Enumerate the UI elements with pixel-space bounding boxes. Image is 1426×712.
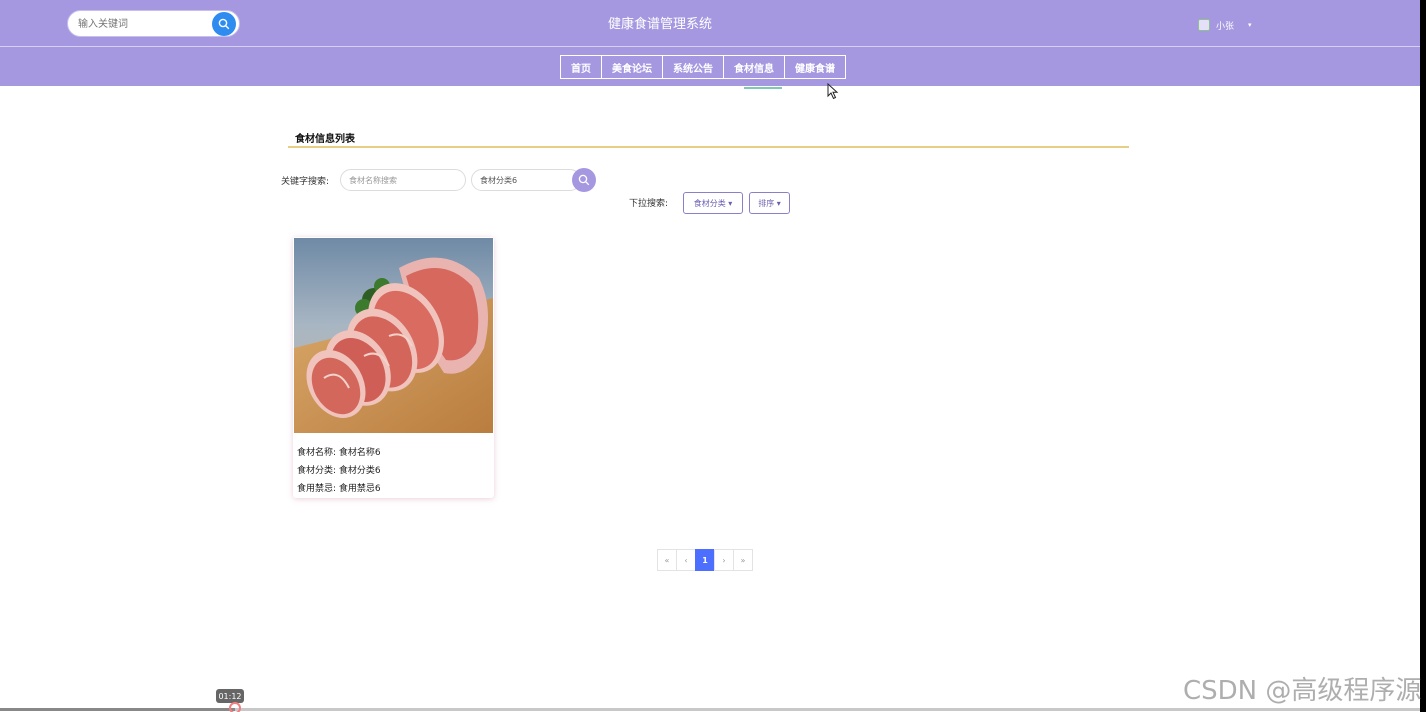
ingredient-taboo-value: 食用禁忌6 [338, 484, 381, 494]
ingredient-category-row: 食材分类: 食材分类6 [297, 462, 381, 480]
ingredient-name-row: 食材名称: 食材名称6 [297, 444, 381, 462]
ingredient-name-value: 食材名称6 [338, 448, 381, 458]
search-icon [578, 174, 590, 186]
section-title: 食材信息列表 [295, 134, 355, 145]
mouse-cursor-icon [827, 83, 839, 100]
ingredient-name-label: 食材名称: [297, 448, 337, 458]
ingredient-card[interactable]: 食材名称: 食材名称6 食材分类: 食材分类6 食用禁忌: 食用禁忌6 [293, 237, 494, 498]
main-nav: 首页 美食论坛 系统公告 食材信息 健康食谱 [560, 55, 846, 79]
tab-healthy-recipes[interactable]: 健康食谱 [785, 56, 845, 78]
dropdown-search-label: 下拉搜索: [629, 199, 669, 209]
meat-photo-icon[interactable] [294, 238, 493, 433]
ingredient-card-info: 食材名称: 食材名称6 食材分类: 食材分类6 食用禁忌: 食用禁忌6 [297, 444, 381, 498]
prev-page-button[interactable]: ‹ [676, 549, 696, 571]
watermark: CSDN @高级程序源 [1183, 676, 1422, 706]
ingredient-category-value: 食材分类6 [338, 466, 381, 476]
current-page-button[interactable]: 1 [695, 549, 715, 571]
header-search-button[interactable] [212, 12, 236, 36]
user-menu[interactable]: 小张 ▾ [1198, 17, 1252, 33]
category-dropdown[interactable]: 食材分类 ▾ [683, 192, 743, 214]
avatar-icon [1198, 19, 1210, 31]
window-edge [1420, 0, 1426, 712]
tab-announcements[interactable]: 系统公告 [663, 56, 724, 78]
tab-home[interactable]: 首页 [561, 56, 602, 78]
video-progress-handle[interactable] [229, 702, 241, 712]
video-timestamp: 01:12 [216, 689, 244, 703]
keyword-search-label: 关键字搜索: [281, 177, 330, 187]
video-progress-fill [0, 708, 235, 711]
active-tab-indicator [744, 87, 782, 89]
search-icon [218, 18, 230, 30]
tab-food-forum[interactable]: 美食论坛 [602, 56, 663, 78]
last-page-button[interactable]: » [733, 549, 753, 571]
ingredient-taboo-row: 食用禁忌: 食用禁忌6 [297, 480, 381, 498]
video-progress-bar[interactable] [0, 708, 1420, 711]
next-page-button[interactable]: › [714, 549, 734, 571]
header-search-input[interactable] [78, 15, 208, 33]
site-title: 健康食谱管理系统 [607, 17, 712, 32]
pagination: « ‹ 1 › » [657, 549, 753, 571]
first-page-button[interactable]: « [657, 549, 677, 571]
section-divider [288, 146, 1129, 148]
user-name: 小张 [1216, 21, 1235, 32]
ingredient-category-search-input[interactable]: 食材分类6 [471, 169, 581, 191]
keyword-search-button[interactable] [572, 168, 596, 192]
sort-dropdown[interactable]: 排序 ▾ [749, 192, 790, 214]
chevron-down-icon: ▾ [1248, 21, 1252, 29]
ingredient-name-search-input[interactable]: 食材名称搜索 [340, 169, 466, 191]
tab-ingredients[interactable]: 食材信息 [724, 56, 785, 78]
ingredient-category-label: 食材分类: [297, 466, 337, 476]
ingredient-taboo-label: 食用禁忌: [297, 484, 337, 494]
header-divider [0, 46, 1420, 47]
